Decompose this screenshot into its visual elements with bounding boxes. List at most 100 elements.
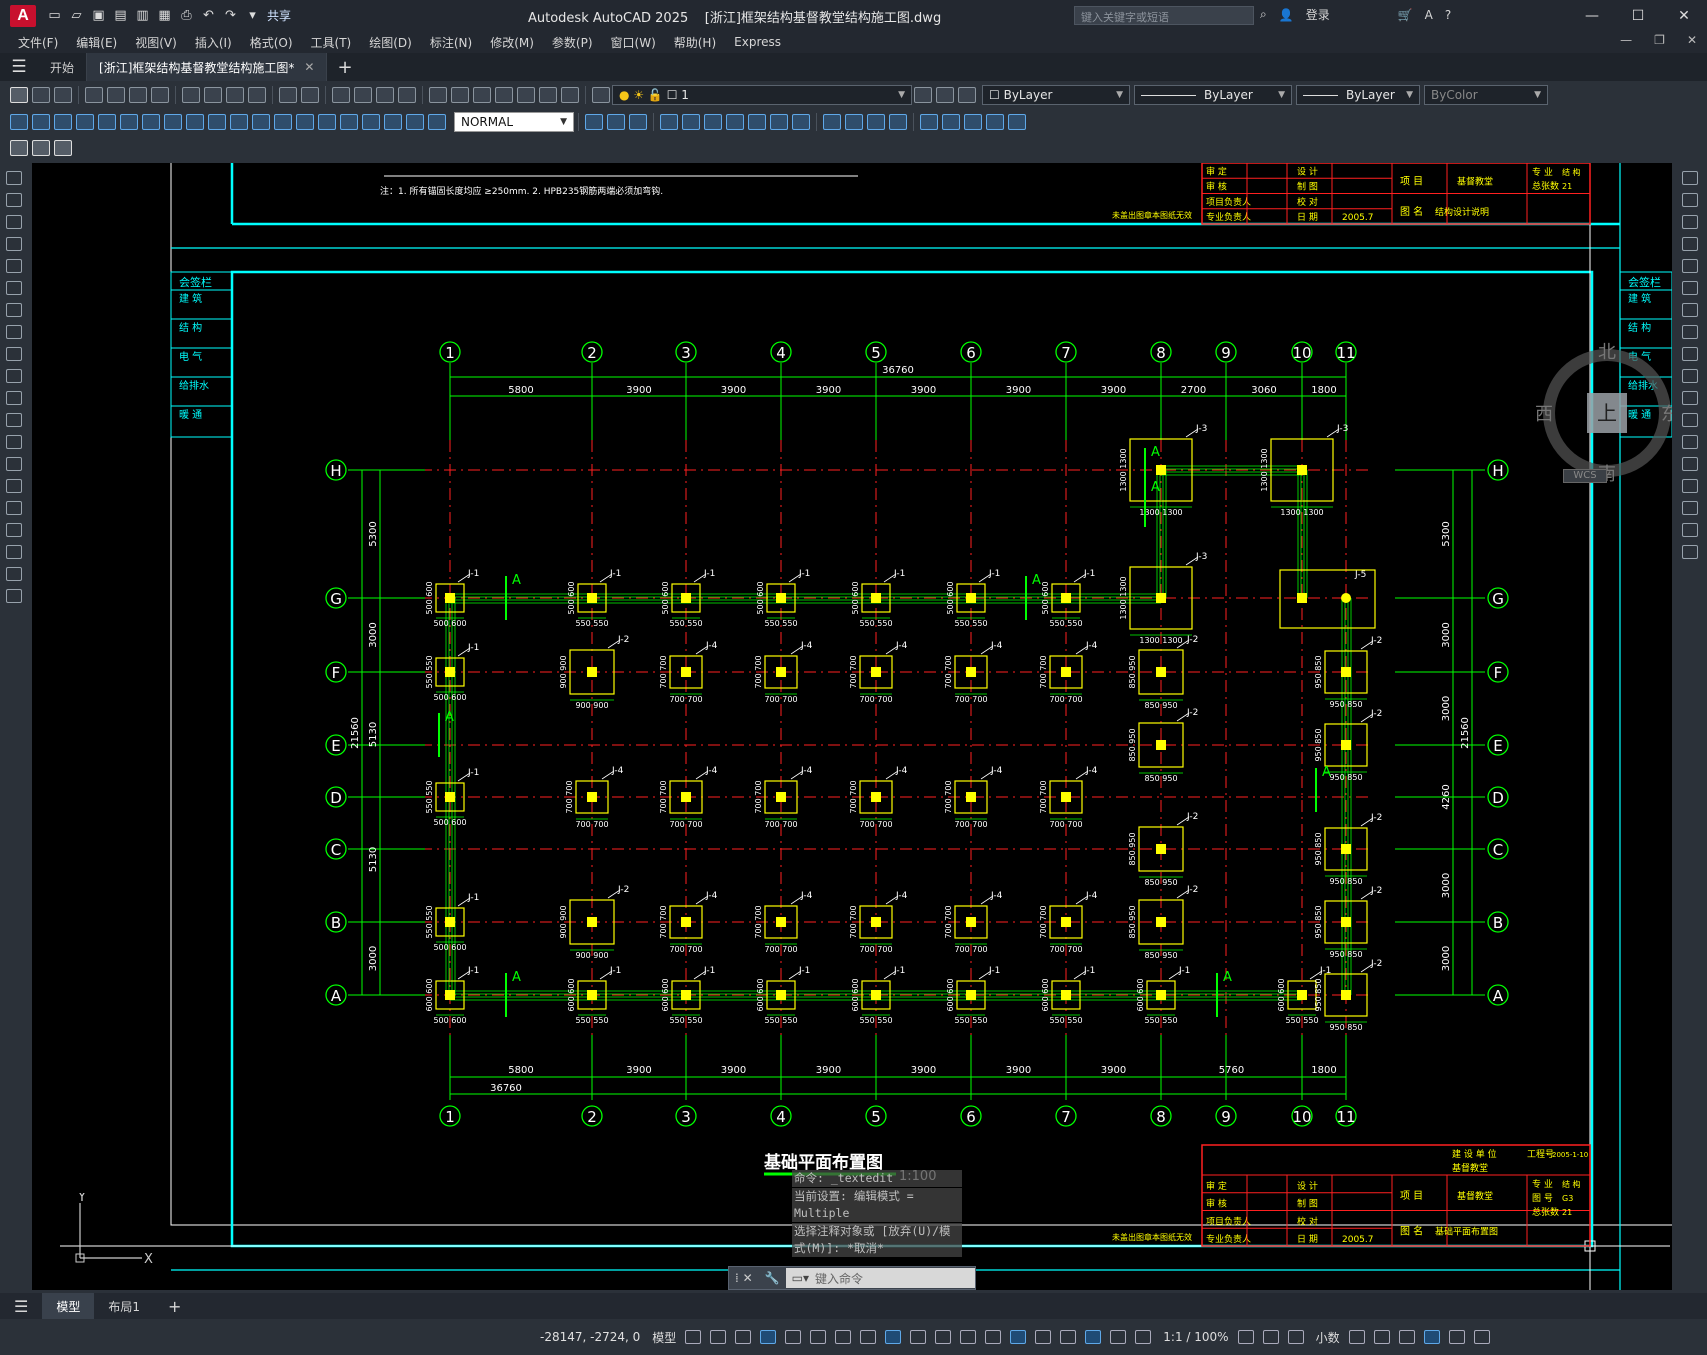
search-icon[interactable]: ⌕ xyxy=(1260,7,1267,22)
realistic-icon[interactable] xyxy=(845,114,863,130)
hatch-icon[interactable] xyxy=(6,479,22,493)
menu-parametric[interactable]: 参数(P) xyxy=(552,34,593,51)
grid-icon[interactable] xyxy=(685,1330,702,1344)
gizmo-icon[interactable] xyxy=(1060,1330,1077,1344)
shaded-icon[interactable] xyxy=(889,114,907,130)
help-icon[interactable]: ? xyxy=(1445,8,1451,22)
dim-aligned-icon[interactable] xyxy=(32,114,50,130)
ortho-icon[interactable] xyxy=(785,1330,802,1344)
arc-icon[interactable] xyxy=(6,281,22,295)
mirror-icon[interactable] xyxy=(1681,215,1698,229)
revcloud-icon[interactable] xyxy=(6,325,22,339)
make-block-icon[interactable] xyxy=(6,435,22,449)
point-icon[interactable] xyxy=(6,457,22,471)
publish-icon[interactable] xyxy=(129,87,147,103)
dim-baseline-icon[interactable] xyxy=(208,114,226,130)
doc-restore-icon[interactable]: ❐ xyxy=(1654,33,1665,47)
break-point-icon[interactable] xyxy=(1681,413,1698,427)
dim-diameter-icon[interactable] xyxy=(142,114,160,130)
annotation-scale-value[interactable]: 1:1 / 100% xyxy=(1163,1330,1228,1344)
dynamic-ucs-icon[interactable] xyxy=(1010,1330,1027,1344)
customize-icon[interactable] xyxy=(1473,1330,1490,1344)
viewcube-west[interactable]: 西 xyxy=(1535,404,1553,425)
gradient-icon[interactable] xyxy=(6,501,22,515)
plot-icon[interactable]: ⎙ xyxy=(178,8,195,23)
open-icon[interactable] xyxy=(32,87,50,103)
table-icon[interactable] xyxy=(6,545,22,559)
redo-icon[interactable] xyxy=(301,87,319,103)
insert-icon[interactable] xyxy=(6,413,22,427)
spline-icon[interactable] xyxy=(6,347,22,361)
customize-dropdown-icon[interactable]: ▾ xyxy=(244,8,261,23)
chamfer-icon[interactable] xyxy=(1681,479,1698,493)
transparency-icon[interactable] xyxy=(935,1330,952,1344)
zoom-realtime-icon[interactable] xyxy=(354,87,372,103)
isolate-objects-icon[interactable] xyxy=(1398,1330,1415,1344)
insert-block-icon[interactable] xyxy=(32,140,50,156)
color-dropdown[interactable]: ☐ ByLayer ▼ xyxy=(982,85,1130,105)
zoom-window-icon[interactable] xyxy=(376,87,394,103)
add-selected-icon[interactable] xyxy=(6,589,22,603)
plotstyle-dropdown[interactable]: ByColor ▼ xyxy=(1424,85,1548,105)
snap-icon[interactable] xyxy=(710,1330,727,1344)
dim-radius-icon[interactable] xyxy=(98,114,116,130)
explode-icon[interactable] xyxy=(1681,545,1698,559)
save-icon[interactable] xyxy=(54,87,72,103)
make-current-icon[interactable] xyxy=(914,87,932,103)
jogged-linear-icon[interactable] xyxy=(362,114,380,130)
polygon-icon[interactable] xyxy=(6,237,22,251)
dim-jogged-icon[interactable] xyxy=(120,114,138,130)
layer-previous-icon[interactable] xyxy=(936,87,954,103)
save-as-icon[interactable]: ▤ xyxy=(112,8,129,23)
3d-osnap-icon[interactable] xyxy=(985,1330,1002,1344)
redo-icon[interactable]: ↷ xyxy=(222,8,239,23)
infer-constraints-icon[interactable] xyxy=(735,1330,752,1344)
menu-express[interactable]: Express xyxy=(734,35,781,49)
quick-dim-icon[interactable] xyxy=(186,114,204,130)
view-front-icon[interactable] xyxy=(607,114,625,130)
a360-icon[interactable]: A xyxy=(1425,8,1433,22)
calculator-icon[interactable] xyxy=(539,87,557,103)
dim-text-edit-icon[interactable] xyxy=(406,114,424,130)
zoom-previous-icon[interactable] xyxy=(398,87,416,103)
fillet-icon[interactable] xyxy=(1681,501,1698,515)
block-editor-icon[interactable] xyxy=(10,140,28,156)
command-input[interactable]: ▭▾ 键入命令 xyxy=(785,1268,975,1288)
dim-angular-icon[interactable] xyxy=(164,114,182,130)
ucs-origin-icon[interactable] xyxy=(792,114,810,130)
trim-icon[interactable] xyxy=(1681,369,1698,383)
dim-linear-icon[interactable] xyxy=(10,114,28,130)
quick-properties-icon[interactable] xyxy=(1348,1330,1365,1344)
plot-icon[interactable] xyxy=(85,87,103,103)
menu-window[interactable]: 窗口(W) xyxy=(611,34,656,51)
menu-draw[interactable]: 绘图(D) xyxy=(369,34,412,51)
lock-ui-icon[interactable] xyxy=(1373,1330,1390,1344)
viewcube[interactable]: 上 北 南 东 西 xyxy=(1532,338,1672,488)
sheetset-icon[interactable] xyxy=(495,87,513,103)
ellipse-arc-icon[interactable] xyxy=(6,391,22,405)
minimize-icon[interactable]: — xyxy=(1569,0,1615,31)
tab-document[interactable]: [浙江]框架结构基督教堂结构施工图* ✕ xyxy=(87,53,328,81)
units-value[interactable]: 小数 xyxy=(1316,1329,1340,1346)
layer-properties-icon[interactable] xyxy=(592,87,610,103)
annotation-monitor-icon[interactable] xyxy=(1262,1330,1279,1344)
close-icon[interactable]: ✕ xyxy=(1661,0,1707,31)
ucs-previous-icon[interactable] xyxy=(704,114,722,130)
tab-model[interactable]: 模型 xyxy=(42,1293,95,1319)
graphics-performance-icon[interactable] xyxy=(1423,1330,1440,1344)
join-icon[interactable] xyxy=(1681,457,1698,471)
extrude-icon[interactable] xyxy=(920,114,938,130)
tolerance-icon[interactable] xyxy=(296,114,314,130)
menu-dimension[interactable]: 标注(N) xyxy=(430,34,472,51)
command-customize-icon[interactable]: 🔧 xyxy=(759,1271,786,1285)
object-snap-icon[interactable] xyxy=(885,1330,902,1344)
rectangle-icon[interactable] xyxy=(6,259,22,273)
dynamic-input-icon[interactable] xyxy=(760,1330,777,1344)
dim-arc-icon[interactable] xyxy=(54,114,72,130)
workspace-gear-icon[interactable] xyxy=(1237,1330,1254,1344)
polyline-icon[interactable] xyxy=(6,215,22,229)
annotation-visibility-icon[interactable] xyxy=(1085,1330,1102,1344)
matchprop-icon[interactable] xyxy=(248,87,266,103)
cursor-coordinates[interactable]: -28147, -2724, 0 xyxy=(540,1330,640,1344)
copy-object-icon[interactable] xyxy=(1681,193,1698,207)
